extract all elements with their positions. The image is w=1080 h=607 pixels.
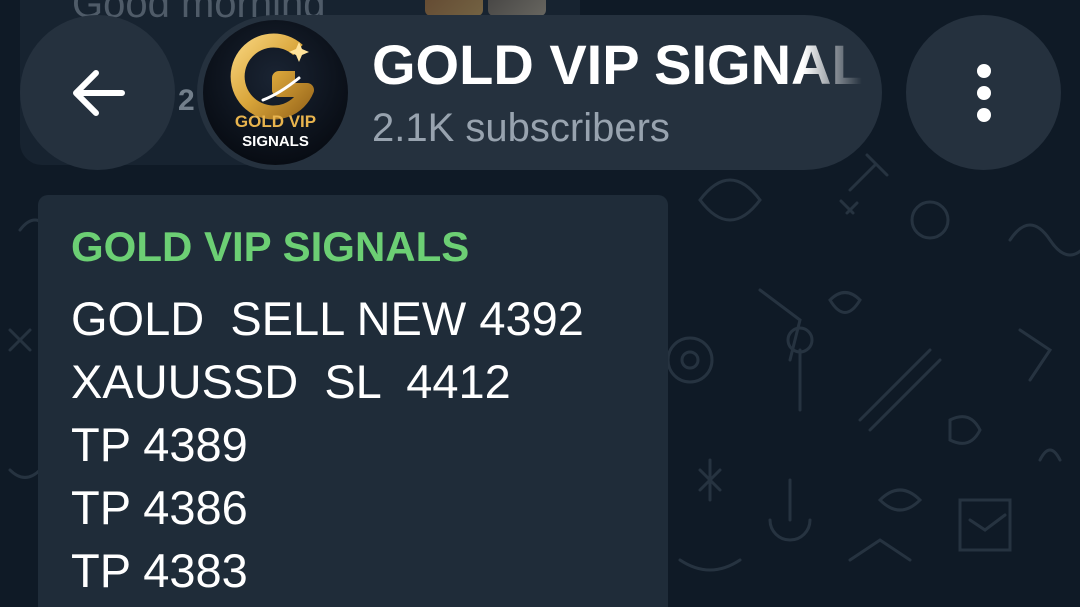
previous-message-thumbnail	[425, 0, 483, 16]
message-bubble[interactable]: GOLD VIP SIGNALS GOLD SELL NEW 4392 XAUU…	[38, 195, 668, 607]
message-line: XAUUSSD SL 4412	[71, 355, 511, 408]
gold-vip-logo-icon: GOLD VIP SIGNALS	[230, 33, 316, 150]
previous-message-partial-label: 2	[178, 84, 195, 117]
avatar-text-line1: GOLD VIP	[235, 112, 316, 131]
chat-screen: Good morning 2 GOLD VIP SIGNALS GOLD VIP…	[0, 0, 1080, 607]
message-sender-name[interactable]: GOLD VIP SIGNALS	[71, 223, 469, 271]
message-line: TP 4383	[71, 544, 248, 597]
channel-avatar[interactable]: GOLD VIP SIGNALS	[203, 20, 348, 165]
avatar-text-line2: SIGNALS	[242, 133, 309, 150]
message-text: GOLD SELL NEW 4392 XAUUSSD SL 4412 TP 43…	[71, 287, 584, 602]
more-vertical-icon	[976, 63, 991, 122]
message-line: GOLD SELL NEW 4392	[71, 292, 584, 345]
message-line: TP 4386	[71, 481, 248, 534]
arrow-left-icon	[72, 69, 125, 116]
message-line: TP 4389	[71, 418, 248, 471]
subscriber-count: 2.1K subscribers	[372, 106, 670, 150]
channel-title[interactable]: GOLD VIP SIGNAL	[372, 32, 862, 97]
back-button[interactable]	[20, 15, 175, 170]
more-options-button[interactable]	[906, 15, 1061, 170]
previous-message-thumbnail	[488, 0, 546, 16]
